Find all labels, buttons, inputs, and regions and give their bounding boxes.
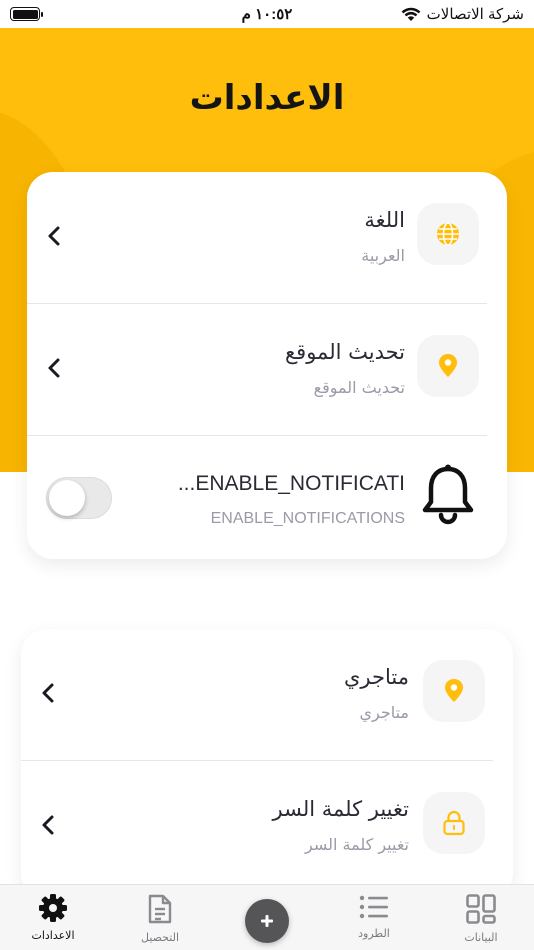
settings-row-language[interactable]: اللغة العربية [27, 172, 507, 304]
gear-icon [39, 894, 67, 922]
page-title: الاعدادات [189, 78, 345, 118]
carrier-name: شركة الاتصالات [426, 6, 524, 23]
settings-row-title: اللغة [364, 208, 405, 232]
notifications-title: ...ENABLE_NOTIFICATI [177, 472, 405, 495]
location-pin-icon [417, 335, 479, 397]
settings-row-subtitle: تغيير كلمة السر [305, 835, 409, 854]
list-icon [359, 895, 388, 919]
status-time: ١٠:٥٢ م [241, 6, 293, 23]
settings-row-change-password[interactable]: تغيير كلمة السر تغيير كلمة السر [21, 761, 513, 893]
settings-row-title: تحديث الموقع [284, 340, 405, 364]
chevron-left-icon [43, 354, 65, 382]
settings-row-subtitle: متاجري [359, 703, 409, 722]
settings-card-secondary: متاجري متاجري تغيير كلمة السر تغيير كلمة… [21, 629, 513, 899]
plus-icon [261, 915, 273, 927]
tab-label: التحصيل [140, 931, 180, 944]
wifi-icon [401, 7, 421, 21]
tab-collection[interactable]: التحصيل [115, 893, 205, 944]
notifications-subtitle: ENABLE_NOTIFICATIONS [210, 510, 405, 527]
battery-icon [10, 7, 43, 21]
chevron-left-icon [37, 811, 59, 839]
settings-card-main: اللغة العربية تحديث الموقع تحديث الموقع [27, 172, 507, 559]
chevron-left-icon [37, 679, 59, 707]
chevron-left-icon [43, 222, 65, 250]
globe-icon [417, 203, 479, 265]
settings-row-subtitle: العربية [361, 246, 405, 265]
notifications-toggle[interactable] [46, 477, 112, 519]
tab-label: الاعدادات [31, 929, 75, 942]
tab-data[interactable]: البيانات [436, 893, 526, 944]
document-icon [148, 894, 172, 924]
settings-row-subtitle: تحديث الموقع [313, 378, 405, 397]
settings-row-notifications: ...ENABLE_NOTIFICATI ENABLE_NOTIFICATION… [27, 436, 507, 568]
lock-icon [423, 792, 485, 854]
settings-row-my-stores[interactable]: متاجري متاجري [21, 629, 513, 761]
settings-row-update-location[interactable]: تحديث الموقع تحديث الموقع [27, 304, 507, 436]
carrier-info: شركة الاتصالات [401, 5, 524, 23]
settings-row-title: تغيير كلمة السر [272, 797, 410, 821]
grid-icon [466, 894, 496, 924]
location-pin-icon [423, 660, 485, 722]
bell-icon [417, 460, 479, 530]
tab-label: البيانات [464, 931, 498, 944]
tab-settings[interactable]: الاعدادات [8, 893, 98, 942]
status-bar: ١٠:٥٢ م شركة الاتصالات [0, 0, 534, 28]
bottom-tab-bar: الاعدادات التحصيل الطرود البيانات [0, 884, 534, 950]
add-button[interactable] [245, 899, 289, 943]
tab-label: الطرود [358, 927, 390, 940]
settings-row-title: متاجري [344, 665, 409, 689]
tab-parcels[interactable]: الطرود [329, 893, 419, 940]
toggle-knob [49, 480, 85, 516]
